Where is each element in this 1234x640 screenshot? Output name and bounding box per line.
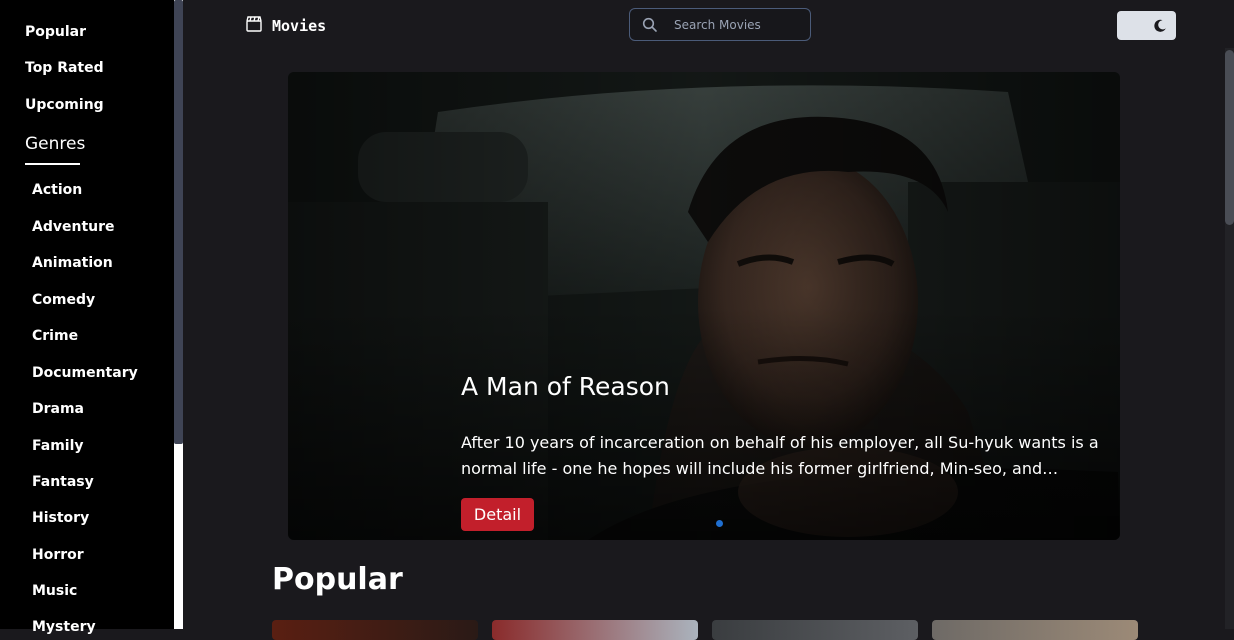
movie-card[interactable] [712,620,918,640]
sidebar-link-top-rated[interactable]: Top Rated [25,60,104,76]
search-box[interactable] [629,8,811,41]
genre-item-comedy[interactable]: Comedy [32,292,95,308]
hero-carousel: A Man of Reason After 10 years of incarc… [288,72,1120,540]
moon-icon [1153,18,1167,32]
search-icon [642,17,658,33]
detail-button[interactable]: Detail [461,498,534,531]
genre-item-action[interactable]: Action [32,182,82,198]
genre-item-mystery[interactable]: Mystery [32,619,96,635]
sidebar-scrollbar-thumb[interactable] [174,0,183,444]
sidebar-link-popular[interactable]: Popular [25,24,86,40]
genres-divider [25,163,80,165]
genre-item-crime[interactable]: Crime [32,328,78,344]
genre-item-drama[interactable]: Drama [32,401,84,417]
hero-overview: After 10 years of incarceration on behal… [461,433,1099,478]
hero-title: A Man of Reason [461,372,670,401]
genre-item-music[interactable]: Music [32,583,77,599]
genre-item-fantasy[interactable]: Fantasy [32,474,94,490]
sidebar-link-upcoming[interactable]: Upcoming [25,97,104,113]
genre-item-horror[interactable]: Horror [32,547,84,563]
page-scrollbar-thumb[interactable] [1225,50,1234,225]
movie-card[interactable] [932,620,1138,640]
genre-item-animation[interactable]: Animation [32,255,113,271]
genre-item-adventure[interactable]: Adventure [32,219,115,235]
genres-heading: Genres [25,134,86,154]
clapperboard-icon [245,15,263,33]
movie-card[interactable] [272,620,478,640]
movie-card[interactable] [492,620,698,640]
theme-toggle-button[interactable] [1117,11,1176,40]
genre-item-history[interactable]: History [32,510,89,526]
brand-title[interactable]: Movies [272,17,326,35]
carousel-indicator-dot[interactable] [716,520,723,527]
genre-item-family[interactable]: Family [32,438,84,454]
genre-item-documentary[interactable]: Documentary [32,365,138,381]
sidebar: Popular Top Rated Upcoming Genres Action… [0,0,174,635]
popular-section-title: Popular [272,562,403,597]
search-input[interactable] [674,16,799,34]
